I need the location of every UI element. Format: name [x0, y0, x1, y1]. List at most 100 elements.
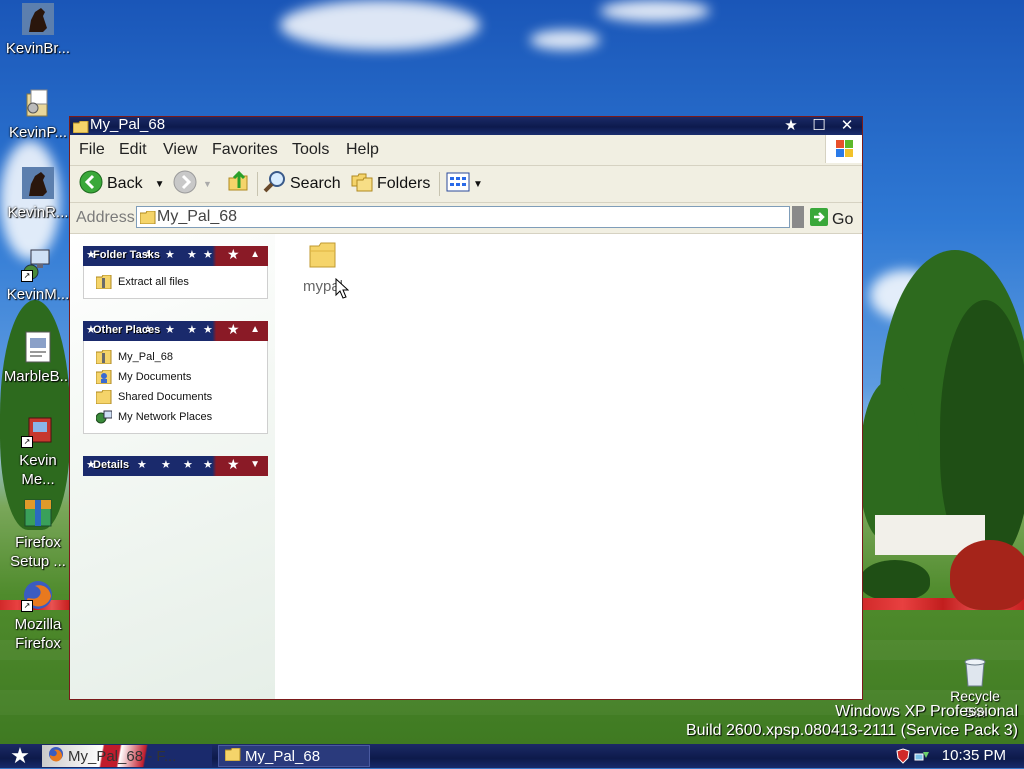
taskbar-button-label: My_Pal_68: [245, 747, 321, 765]
star-icon: ★: [10, 743, 30, 768]
place-label: My Documents: [118, 371, 192, 383]
folders-button[interactable]: Folders: [350, 171, 430, 197]
search-icon: [263, 170, 287, 199]
taskbar: ★ My_Pal_68 - F... My_Pal_68 10:35 PM: [0, 743, 1024, 768]
network-places-icon: [95, 410, 113, 424]
folder-icon: [293, 242, 353, 272]
clock[interactable]: 10:35 PM: [942, 747, 1006, 764]
address-dropdown-button[interactable]: [792, 206, 804, 228]
go-button[interactable]: Go: [810, 208, 853, 231]
collapse-chevron-icon: ▲: [250, 249, 260, 260]
explorer-window: My_Pal_68 ★ ☐ ✕ File Edit View Favorites…: [69, 116, 863, 700]
place-my-network-places[interactable]: My Network Places: [95, 407, 267, 427]
address-value: My_Pal_68: [157, 208, 238, 225]
folder-icon: [224, 747, 241, 765]
maximize-button[interactable]: ☐: [810, 116, 828, 134]
back-button[interactable]: Back ▼: [79, 170, 165, 199]
close-button[interactable]: ✕: [838, 116, 856, 134]
network-tray-icon[interactable]: [914, 748, 930, 768]
go-label: Go: [832, 210, 854, 228]
shortcut-arrow-icon: ↗: [21, 600, 33, 612]
back-arrow-icon: [79, 170, 103, 199]
go-arrow-icon: [810, 208, 828, 231]
network-computer-icon: ↗: [21, 248, 55, 282]
menu-help[interactable]: Help: [346, 141, 379, 159]
media-shortcut-icon: ↗: [21, 414, 55, 448]
desktop-icon-kevinr[interactable]: KevinR...: [0, 166, 76, 222]
back-label: Back: [107, 175, 143, 192]
toolbar-separator: [439, 172, 440, 196]
system-tray: 10:35 PM: [880, 744, 1024, 768]
address-field[interactable]: My_Pal_68: [136, 206, 790, 228]
folder-tasks-panel: ★ ★ ★ ★ ★ ★ Folder Tasks ▲ Extract all fil…: [83, 246, 268, 299]
taskbar-button-firefox[interactable]: My_Pal_68 - F...: [42, 745, 212, 767]
folders-label: Folders: [377, 175, 431, 192]
place-my-pal-68[interactable]: My_Pal_68: [95, 347, 267, 367]
desktop-icon-mozilla-firefox[interactable]: ↗ Mozilla Firefox: [0, 578, 76, 653]
firefox-setup-icon: [21, 496, 55, 530]
standard-toolbar: Back ▼ ▼ Search Folders ▼: [70, 166, 862, 203]
up-folder-icon: [227, 170, 251, 199]
shared-folder-icon: [95, 389, 112, 405]
taskbar-button-label: My_Pal_68 - F...: [68, 747, 177, 765]
setup-package-icon: [21, 86, 55, 120]
up-folder-button[interactable]: [227, 170, 251, 199]
menu-tools[interactable]: Tools: [292, 141, 329, 159]
folder-tasks-body: Extract all files: [83, 266, 268, 299]
place-label: Shared Documents: [118, 391, 213, 403]
forward-button[interactable]: ▼: [173, 170, 212, 197]
expand-chevron-icon: ▼: [250, 459, 260, 470]
zip-folder-icon: [95, 274, 112, 290]
horse-icon: [21, 2, 55, 36]
folder-icon: [139, 210, 156, 230]
folder-tasks-header[interactable]: ★ ★ ★ ★ ★ ★ Folder Tasks ▲: [83, 246, 268, 266]
firefox-icon: [48, 746, 64, 766]
search-label: Search: [290, 175, 341, 192]
address-label: Address: [76, 209, 135, 226]
desktop-icon-kevinbr[interactable]: KevinBr...: [0, 2, 76, 58]
shortcut-arrow-icon: ↗: [21, 436, 33, 448]
os-version-watermark: Windows XP Professional Build 2600.xpsp.…: [686, 702, 1018, 740]
cloud: [280, 0, 480, 50]
place-label: My_Pal_68: [118, 351, 174, 363]
search-button[interactable]: Search: [263, 170, 341, 199]
desktop-icon-kevinm[interactable]: ↗ KevinM...: [0, 248, 76, 304]
details-header[interactable]: ★ ★ ★ ★ ★ ★ Details ▼: [83, 456, 268, 476]
desktop-icon-kevin-media[interactable]: ↗ Kevin Me...: [0, 414, 76, 489]
folders-icon: [350, 170, 374, 199]
other-places-title: Other Places: [93, 324, 161, 336]
minimize-button[interactable]: ★: [782, 116, 800, 134]
other-places-header[interactable]: ★ ★ ★ ★ ★ ★ Other Places ▲: [83, 321, 268, 341]
taskbar-button-explorer[interactable]: My_Pal_68: [218, 745, 370, 767]
desktop-icon-firefox-setup[interactable]: Firefox Setup ...: [0, 496, 76, 571]
menu-file[interactable]: File: [79, 141, 105, 159]
horse-icon: [21, 166, 55, 200]
task-label: Extract all files: [118, 276, 189, 288]
menu-favorites[interactable]: Favorites: [212, 141, 278, 159]
desktop-icon-kevinp[interactable]: KevinP...: [0, 86, 76, 142]
toolbar-separator: [257, 172, 258, 196]
menu-edit[interactable]: Edit: [119, 141, 147, 159]
views-button[interactable]: ▼: [446, 171, 483, 197]
place-shared-documents[interactable]: Shared Documents: [95, 387, 267, 407]
forward-dropdown-icon: ▼: [203, 179, 212, 189]
views-dropdown-icon: ▼: [473, 178, 483, 190]
other-places-panel: ★ ★ ★ ★ ★ ★ Other Places ▲ My_Pal_68 My …: [83, 321, 268, 434]
other-places-body: My_Pal_68 My Documents Shared Documents: [83, 341, 268, 434]
back-dropdown-icon[interactable]: ▼: [155, 179, 165, 190]
watermark-line-1: Windows XP Professional: [835, 703, 1018, 720]
menu-view[interactable]: View: [163, 141, 197, 159]
task-extract-all-files[interactable]: Extract all files: [95, 272, 267, 292]
shortcut-arrow-icon: ↗: [21, 270, 33, 282]
desktop-icon-marbleb[interactable]: MarbleB...: [0, 330, 76, 386]
recycle-bin-icon: [960, 656, 990, 688]
task-pane: ★ ★ ★ ★ ★ ★ Folder Tasks ▲ Extract all fil…: [70, 234, 275, 699]
menu-bar: File Edit View Favorites Tools Help: [70, 135, 862, 166]
start-button[interactable]: ★: [0, 743, 40, 768]
security-shield-icon[interactable]: [896, 748, 910, 768]
details-title: Details: [93, 459, 130, 471]
firefox-icon: ↗: [21, 578, 55, 612]
title-bar[interactable]: My_Pal_68 ★ ☐ ✕: [70, 116, 862, 135]
collapse-chevron-icon: ▲: [250, 324, 260, 335]
place-my-documents[interactable]: My Documents: [95, 367, 267, 387]
